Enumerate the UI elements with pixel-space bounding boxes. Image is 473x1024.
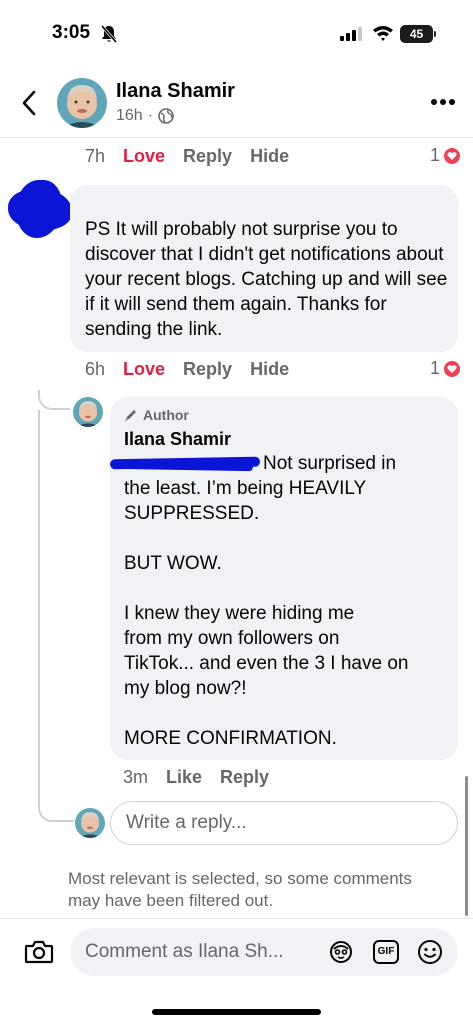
reply-actions: 3m Like Reply (123, 767, 269, 788)
comment-time: 6h (85, 359, 106, 379)
post-time: 16h (116, 107, 143, 124)
reaction-count[interactable]: 1 (430, 145, 463, 166)
reply-button[interactable]: Reply (220, 767, 269, 788)
comment-input-placeholder: Comment as Ilana Sh... (85, 941, 284, 962)
battery-nub (434, 31, 436, 37)
scrollbar[interactable] (465, 776, 468, 916)
reaction-count-number: 1 (430, 358, 441, 378)
reply-time: 3m (123, 767, 149, 787)
love-button[interactable]: Love (123, 359, 165, 380)
heart-reaction-icon (442, 358, 463, 379)
avatar[interactable] (73, 397, 103, 427)
reaction-count-number: 1 (430, 145, 441, 165)
pencil-icon (125, 410, 136, 421)
home-indicator (152, 1009, 321, 1015)
bell-off-icon (100, 25, 118, 43)
wifi-icon (373, 26, 393, 41)
meta-separator: · (147, 107, 154, 124)
back-arrow-icon[interactable] (18, 88, 42, 118)
more-options-icon[interactable] (430, 98, 456, 106)
comment-actions: 6h Love Reply Hide (85, 359, 289, 380)
comment-input[interactable]: Comment as Ilana Sh... GIF (70, 928, 458, 976)
comment-composer-bar: Comment as Ilana Sh... GIF (0, 918, 473, 1024)
post-header: Ilana Shamir 16h · (0, 68, 473, 138)
hide-button[interactable]: Hide (250, 359, 289, 380)
reply-button[interactable]: Reply (183, 146, 232, 167)
reply-button[interactable]: Reply (183, 359, 232, 380)
reply-text: the least. I’m being HEAVILY SUPPRESSED.… (124, 478, 409, 749)
avatar (75, 808, 105, 838)
avatar-sticker-icon[interactable] (328, 939, 354, 965)
like-button[interactable]: Like (166, 767, 202, 788)
battery-indicator: 45 (400, 25, 433, 43)
author-badge: Author (124, 407, 189, 423)
post-meta: 16h · (116, 107, 174, 125)
thread-connector (38, 410, 74, 822)
redacted-avatar (8, 178, 72, 238)
author-badge-label: Author (143, 407, 189, 423)
signal-icon (340, 27, 362, 41)
reply-author-name[interactable]: Ilana Shamir (124, 429, 231, 450)
reaction-count[interactable]: 1 (430, 358, 463, 379)
status-time: 3:05 (52, 22, 91, 43)
comment-bubble: PS It will probably not surprise you to … (70, 185, 458, 352)
redacted-mention (109, 455, 261, 472)
gif-icon[interactable]: GIF (373, 940, 399, 964)
status-bar: 3:05 45 (0, 0, 473, 60)
heart-reaction-icon (442, 145, 463, 166)
thread-connector (38, 390, 70, 410)
reply-text-first-line: Not surprised in (263, 453, 397, 474)
globe-icon (158, 108, 174, 124)
camera-icon[interactable] (24, 939, 54, 965)
reply-bubble: Author Ilana Shamir Not surprised in the… (109, 397, 458, 760)
love-button[interactable]: Love (123, 146, 165, 167)
comment-time: 7h (85, 146, 106, 166)
emoji-icon[interactable] (417, 939, 443, 965)
avatar[interactable] (57, 78, 107, 128)
comment-text: PS It will probably not surprise you to … (85, 219, 448, 340)
reply-input[interactable]: Write a reply... (110, 801, 458, 845)
filter-note: Most relevant is selected, so some comme… (68, 869, 412, 910)
hide-button[interactable]: Hide (250, 146, 289, 167)
author-name[interactable]: Ilana Shamir (116, 80, 235, 103)
comment-actions: 7h Love Reply Hide (85, 146, 289, 167)
